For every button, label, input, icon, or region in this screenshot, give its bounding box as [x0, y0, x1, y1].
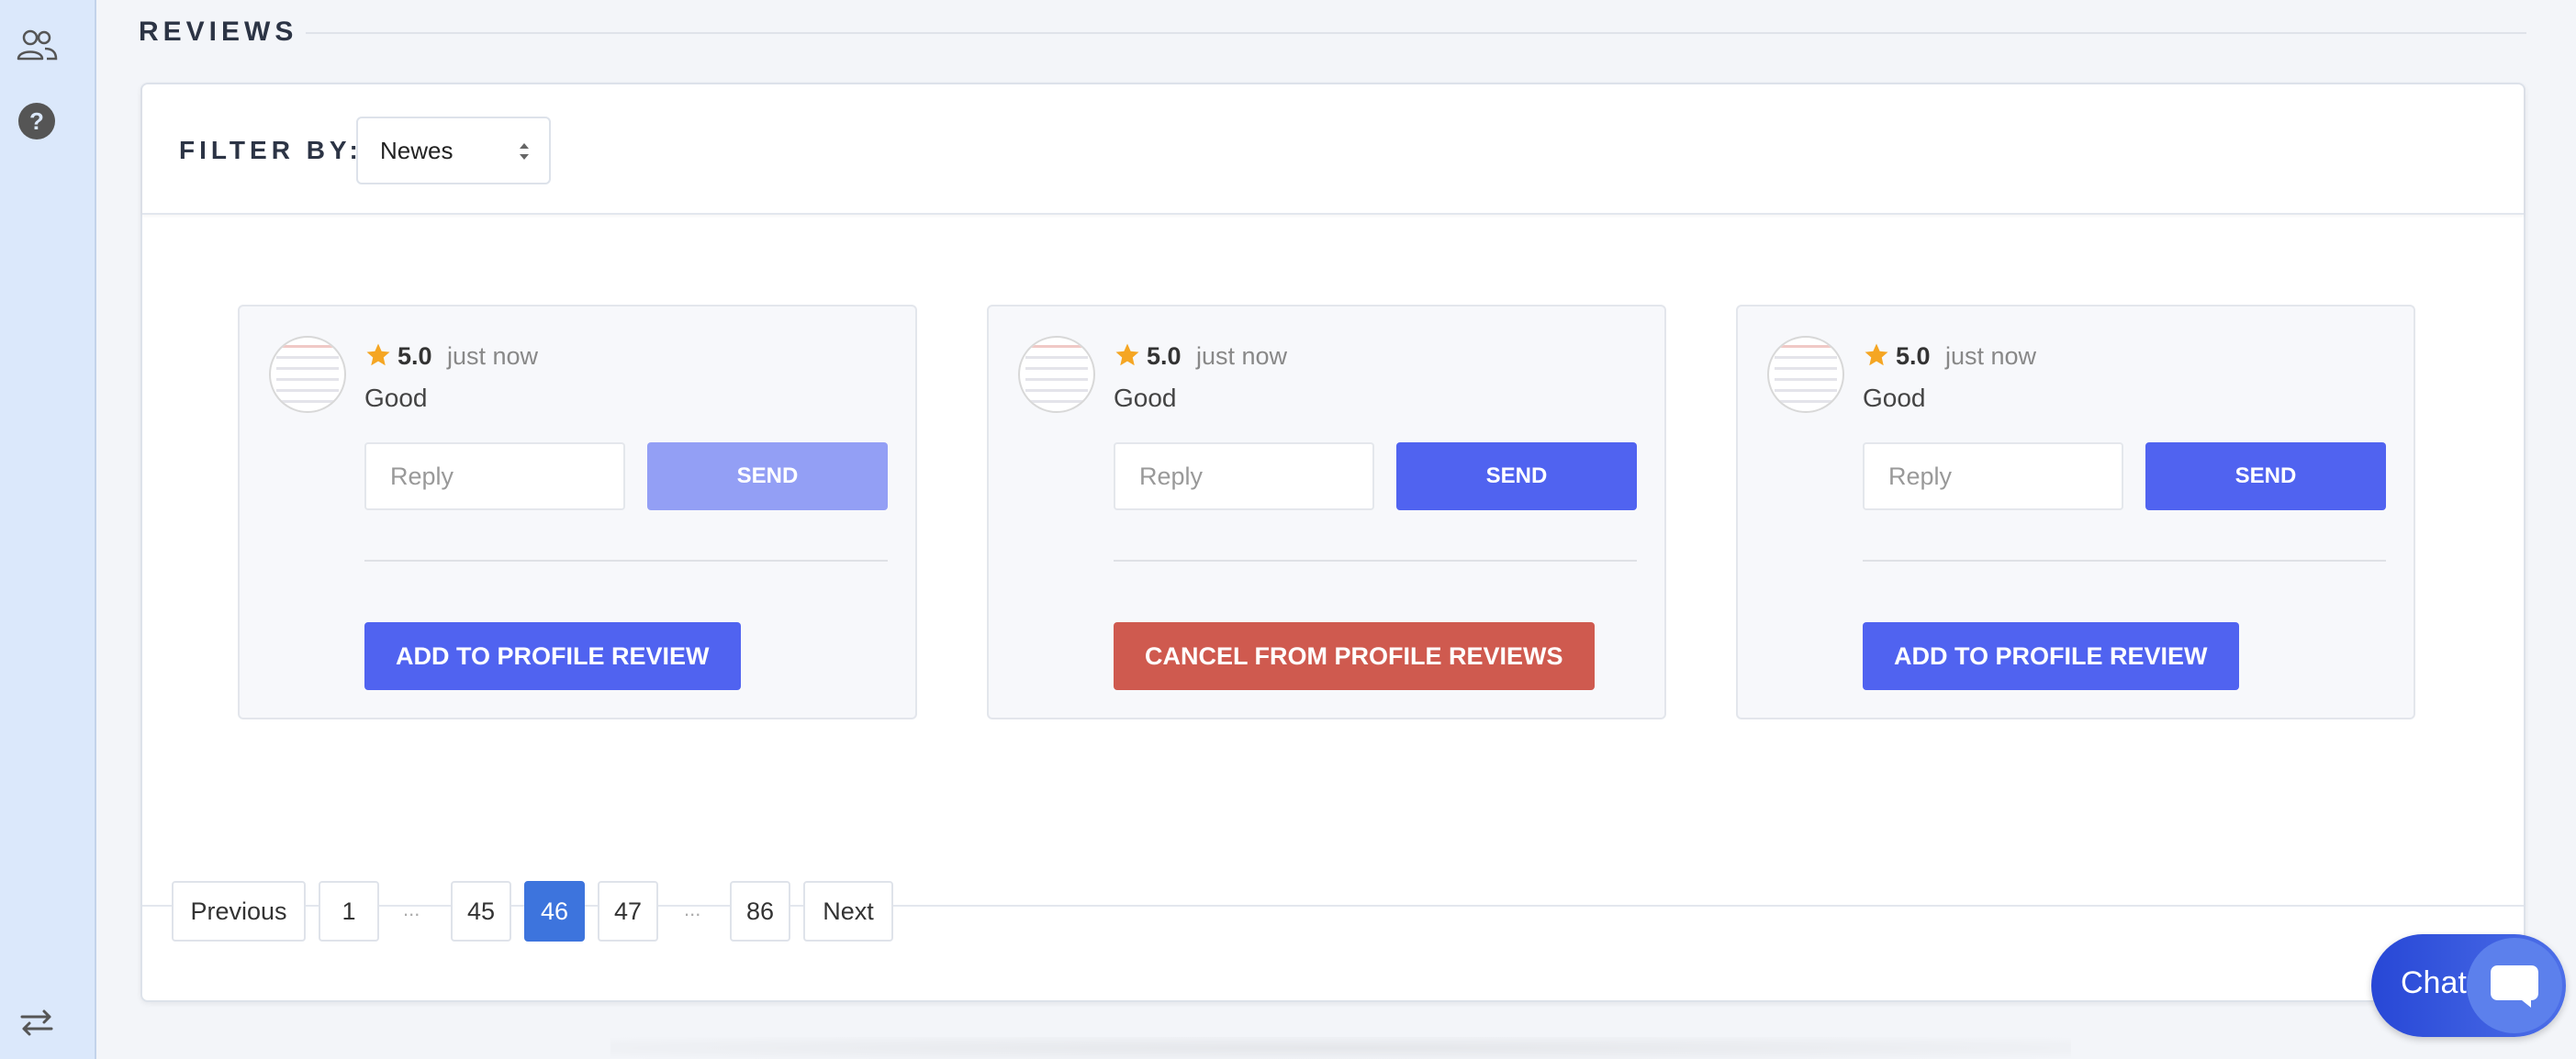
reply-input[interactable]	[1863, 442, 2123, 510]
filter-label: FILTER BY:	[179, 136, 363, 164]
sidebar: ?	[0, 0, 96, 1059]
review-comment: Good	[1863, 384, 1926, 412]
select-arrows-icon	[520, 143, 529, 160]
avatar	[1018, 336, 1095, 413]
add-to-profile-review-button[interactable]: ADD TO PROFILE REVIEW	[1863, 622, 2239, 690]
rating-value: 5.0	[398, 342, 432, 370]
section-divider	[306, 32, 2526, 34]
send-button[interactable]: SEND	[647, 442, 888, 510]
cancel-from-profile-reviews-button[interactable]: CANCEL FROM PROFILE REVIEWS	[1114, 622, 1595, 690]
star-icon	[1115, 343, 1139, 366]
page-button[interactable]: 1	[319, 881, 379, 942]
bottom-shadow	[610, 1037, 2071, 1059]
divider	[1863, 560, 2386, 562]
filter-bar: FILTER BY: Newes	[142, 84, 2524, 215]
page-button[interactable]: 86	[730, 881, 790, 942]
page-button[interactable]: 47	[598, 881, 658, 942]
chat-label: Chat	[2401, 965, 2467, 1000]
reply-input[interactable]	[364, 442, 625, 510]
swap-icon[interactable]	[15, 1000, 59, 1044]
review-card: 5.0 just now Good SEND ADD TO PROFILE RE…	[238, 305, 917, 719]
rating-value: 5.0	[1896, 342, 1931, 370]
star-icon	[1865, 343, 1888, 366]
filter-selected-value: Newes	[380, 136, 454, 164]
review-card: 5.0 just now Good SEND CANCEL FROM PROFI…	[987, 305, 1666, 719]
svg-text:?: ?	[29, 107, 44, 135]
help-icon[interactable]: ?	[15, 99, 59, 143]
rating-value: 5.0	[1147, 342, 1182, 370]
add-to-profile-review-button[interactable]: ADD TO PROFILE REVIEW	[364, 622, 741, 690]
page-button-current[interactable]: 46	[524, 881, 585, 942]
review-card: 5.0 just now Good SEND ADD TO PROFILE RE…	[1736, 305, 2415, 719]
chat-bubble-icon	[2467, 938, 2562, 1033]
main-content: REVIEWS FILTER BY: Newes 5.0 just now Go…	[96, 0, 2576, 1059]
next-page-button[interactable]: Next	[803, 881, 893, 942]
send-button[interactable]: SEND	[2145, 442, 2386, 510]
star-icon	[366, 343, 390, 366]
send-button[interactable]: SEND	[1396, 442, 1637, 510]
divider	[1114, 560, 1637, 562]
filter-select[interactable]: Newes	[356, 117, 551, 184]
section-title: REVIEWS	[139, 17, 298, 47]
reply-input[interactable]	[1114, 442, 1374, 510]
avatar	[1767, 336, 1844, 413]
review-time: just now	[1196, 342, 1288, 370]
review-time: just now	[1945, 342, 2037, 370]
review-comment: Good	[1114, 384, 1177, 412]
avatar	[269, 336, 346, 413]
reviews-card: FILTER BY: Newes 5.0 just now Good Reply…	[140, 83, 2526, 1002]
reviews-list: 5.0 just now Good SEND ADD TO PROFILE RE…	[142, 215, 2524, 907]
chat-button[interactable]: Chat	[2371, 934, 2566, 1037]
review-time: just now	[447, 342, 539, 370]
page-button[interactable]: 45	[451, 881, 511, 942]
pagination-ellipsis: ...	[403, 897, 420, 920]
divider	[364, 560, 888, 562]
previous-page-button[interactable]: Previous	[172, 881, 306, 942]
users-icon[interactable]	[15, 24, 59, 68]
review-comment: Good	[364, 384, 428, 412]
pagination-ellipsis: ...	[684, 897, 701, 920]
